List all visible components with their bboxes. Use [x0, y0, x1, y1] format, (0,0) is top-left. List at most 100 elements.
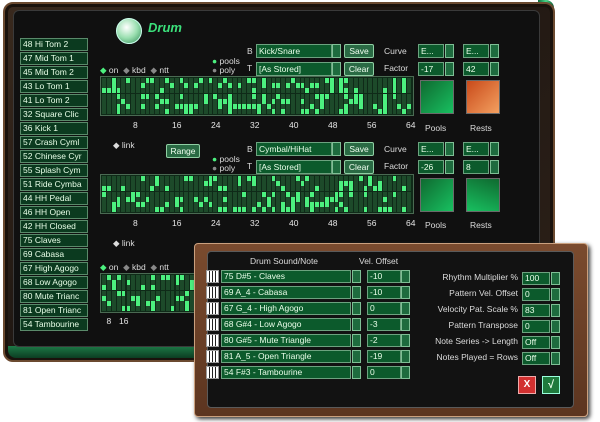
step-cell[interactable] [349, 109, 353, 115]
rests-factor-stepper[interactable] [490, 160, 499, 174]
step-cell[interactable] [102, 306, 106, 312]
setting-stepper[interactable] [551, 352, 560, 365]
step-cell[interactable] [242, 109, 247, 115]
step-cell[interactable] [286, 109, 290, 115]
link-toggle-2[interactable]: ◆ link [113, 238, 135, 249]
step-cell[interactable] [300, 109, 305, 115]
step-cell[interactable] [131, 306, 136, 312]
step-cell[interactable] [242, 207, 247, 213]
drum-item[interactable]: 47 Mid Tom 1 [20, 52, 88, 65]
step-cell[interactable] [237, 109, 242, 115]
step-cell[interactable] [387, 109, 392, 115]
velocity-offset-stepper[interactable] [401, 350, 410, 363]
setting-stepper[interactable] [551, 320, 560, 333]
step-cell[interactable] [407, 207, 411, 213]
step-cell[interactable] [102, 109, 106, 115]
setting-value-field[interactable]: Off [522, 336, 550, 349]
step-cell[interactable] [164, 207, 169, 213]
ok-button[interactable]: √ [542, 376, 560, 394]
drum-item[interactable]: 57 Crash Cyml [20, 136, 88, 149]
pools-curve-graph[interactable] [420, 178, 454, 212]
step-cell[interactable] [319, 207, 324, 213]
step-cell[interactable] [276, 207, 281, 213]
step-cell[interactable] [184, 207, 189, 213]
step-cell[interactable] [339, 109, 344, 115]
step-cell[interactable] [175, 306, 180, 312]
drum-item[interactable]: 67 High Agogo [20, 262, 88, 275]
step-cell[interactable] [155, 207, 160, 213]
step-cell[interactable] [160, 306, 165, 312]
step-cell[interactable] [223, 109, 227, 115]
step-cell[interactable] [329, 207, 334, 213]
step-cell[interactable] [257, 109, 261, 115]
step-cell[interactable] [261, 109, 266, 115]
rests-curve-dropdown[interactable]: E... [463, 142, 489, 156]
save-button[interactable]: Save [344, 44, 374, 58]
kbd-radio-icon[interactable]: ◆ [123, 65, 130, 75]
step-cell[interactable] [174, 207, 179, 213]
step-cell[interactable] [141, 306, 146, 312]
velocity-offset-stepper[interactable] [401, 286, 410, 299]
kbd-radio-icon[interactable]: ◆ [123, 262, 130, 272]
ntt-radio-icon[interactable]: ◆ [151, 262, 158, 272]
step-cell[interactable] [232, 207, 237, 213]
clear-button[interactable]: Clear [344, 160, 374, 174]
drum-item[interactable]: 45 Mid Tom 2 [20, 66, 88, 79]
step-cell[interactable] [353, 207, 358, 213]
step-cell[interactable] [334, 109, 339, 115]
step-cell[interactable] [140, 109, 145, 115]
step-cell[interactable] [382, 207, 387, 213]
pools-factor-field[interactable]: -17 [418, 62, 444, 76]
step-cell[interactable] [131, 109, 135, 115]
pools-curve-stepper[interactable] [445, 142, 454, 156]
pools-curve-graph[interactable] [420, 80, 454, 114]
drum-sound-dropdown[interactable]: 68 G#4 - Low Agogo [221, 318, 351, 331]
step-cell[interactable] [116, 306, 121, 312]
step-cell[interactable] [126, 306, 131, 312]
step-cell[interactable] [213, 109, 218, 115]
drum-item[interactable]: 36 Kick 1 [20, 122, 88, 135]
setting-stepper[interactable] [551, 304, 560, 317]
step-cell[interactable] [339, 207, 344, 213]
drum-sound-dropdown[interactable]: 54 F#3 - Tambourine [221, 366, 351, 379]
drum-sound-stepper[interactable] [352, 302, 361, 315]
step-cell[interactable] [189, 207, 194, 213]
drum-item[interactable]: 55 Splash Cym [20, 164, 88, 177]
pools-curve-dropdown[interactable]: E... [418, 142, 444, 156]
drum-item[interactable]: 75 Claves [20, 234, 88, 247]
step-cell[interactable] [373, 207, 378, 213]
step-cell[interactable] [281, 207, 286, 213]
step-cell[interactable] [266, 109, 271, 115]
step-grid-3[interactable] [100, 273, 202, 313]
drum-item[interactable]: 80 Mute Trianc [20, 290, 88, 303]
step-cell[interactable] [150, 207, 155, 213]
velocity-offset-field[interactable]: -19 [367, 350, 401, 363]
preset-stepper[interactable] [332, 44, 341, 58]
step-cell[interactable] [146, 306, 150, 312]
step-cell[interactable] [111, 207, 116, 213]
step-cell[interactable] [136, 306, 141, 312]
step-cell[interactable] [150, 109, 155, 115]
drum-sound-dropdown[interactable]: 80 G#5 - Mute Triangle [221, 334, 351, 347]
range-button[interactable]: Range [166, 144, 200, 158]
step-cell[interactable] [194, 109, 198, 115]
step-cell[interactable] [213, 207, 218, 213]
step-cell[interactable] [227, 207, 232, 213]
on-radio-icon[interactable]: ◆ [100, 262, 107, 272]
step-cell[interactable] [151, 306, 155, 312]
step-cell[interactable] [145, 207, 150, 213]
step-cell[interactable] [373, 109, 378, 115]
step-cell[interactable] [185, 306, 190, 312]
step-cell[interactable] [319, 109, 324, 115]
step-cell[interactable] [189, 109, 194, 115]
step-cell[interactable] [247, 207, 252, 213]
step-cell[interactable] [310, 109, 315, 115]
drum-item[interactable]: 68 Low Agogo [20, 276, 88, 289]
drum-sound-dropdown[interactable]: 81 A_5 - Open Triangle [221, 350, 351, 363]
step-cell[interactable] [378, 207, 382, 213]
step-cell[interactable] [315, 207, 319, 213]
velocity-offset-field[interactable]: -2 [367, 334, 401, 347]
velocity-offset-field[interactable]: -10 [367, 270, 401, 283]
step-cell[interactable] [407, 109, 411, 115]
step-cell[interactable] [290, 109, 295, 115]
